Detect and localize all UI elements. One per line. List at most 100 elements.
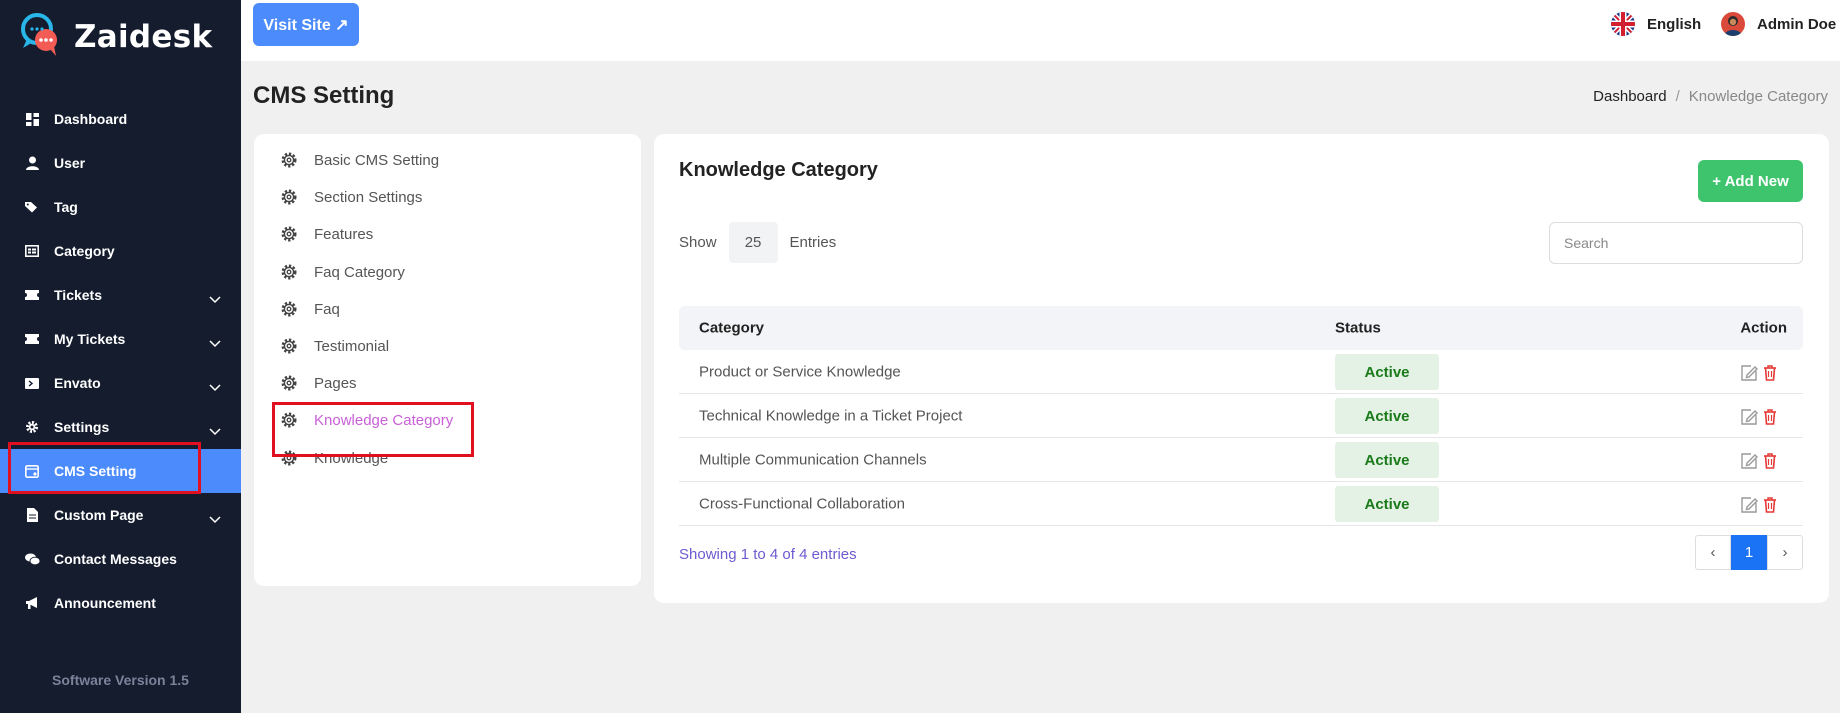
sidebar-item-announcement[interactable]: Announcement	[0, 581, 241, 625]
delete-icon[interactable]	[1762, 452, 1780, 470]
dashboard-icon	[24, 111, 40, 127]
status-badge: Active	[1335, 486, 1439, 522]
delete-icon[interactable]	[1762, 496, 1780, 514]
gear-icon	[280, 337, 298, 355]
edit-icon[interactable]	[1740, 452, 1758, 470]
avatar	[1721, 12, 1745, 36]
gear-icon	[280, 263, 298, 281]
edit-icon[interactable]	[1740, 364, 1758, 382]
status-badge: Active	[1335, 442, 1439, 478]
tag-icon	[24, 199, 40, 215]
entries-control: Show 25 Entries	[679, 222, 836, 263]
page-title: CMS Setting	[253, 82, 395, 109]
sidebar-item-user[interactable]: User	[0, 141, 241, 185]
category-cell: Cross-Functional Collaboration	[699, 495, 905, 512]
table-row: Cross-Functional Collaboration Active	[679, 482, 1803, 526]
cms-menu-item-section-settings[interactable]: Section Settings	[280, 188, 422, 206]
sidebar-item-label: Announcement	[54, 595, 156, 611]
search-input[interactable]	[1549, 222, 1803, 264]
zaidesk-logo-icon	[20, 12, 62, 62]
cms-menu-item-testimonial[interactable]: Testimonial	[280, 337, 389, 355]
table-header: Category Status Action	[679, 306, 1803, 350]
add-new-button[interactable]: + Add New	[1698, 160, 1803, 202]
cms-menu-item-faq-category[interactable]: Faq Category	[280, 263, 405, 281]
sidebar-item-label: CMS Setting	[54, 463, 137, 479]
table-row: Technical Knowledge in a Ticket Project …	[679, 394, 1803, 438]
cms-menu-item-knowledge-category[interactable]: Knowledge Category	[280, 411, 453, 429]
sidebar-item-label: Envato	[54, 375, 101, 391]
cms-menu-label: Features	[314, 225, 374, 243]
column-header-status[interactable]: Status	[1335, 320, 1381, 337]
chevron-down-icon	[209, 291, 221, 304]
cms-menu-label: Pages	[314, 374, 357, 392]
sidebar-item-label: Settings	[54, 419, 110, 435]
sidebar-item-tickets[interactable]: Tickets	[0, 273, 241, 317]
entries-select[interactable]: 25	[728, 222, 778, 263]
language-selector[interactable]: English	[1611, 12, 1701, 36]
status-badge: Active	[1335, 398, 1439, 434]
ticket-icon	[24, 331, 40, 347]
cms-menu-label: Faq	[314, 300, 340, 318]
cms-menu-item-knowledge[interactable]: Knowledge	[280, 449, 388, 467]
breadcrumb-dashboard-link[interactable]: Dashboard	[1593, 88, 1666, 105]
cms-menu-item-faq[interactable]: Faq	[280, 300, 340, 318]
sidebar-item-custom-page[interactable]: Custom Page	[0, 493, 241, 537]
sidebar-item-contact-messages[interactable]: Contact Messages	[0, 537, 241, 581]
chat-icon	[24, 551, 40, 567]
cms-menu-label: Knowledge	[314, 449, 389, 467]
gear-icon	[24, 419, 40, 435]
entries-label: Entries	[789, 234, 837, 251]
showing-entries-text: Showing 1 to 4 of 4 entries	[679, 546, 857, 563]
edit-icon[interactable]	[1740, 408, 1758, 426]
sidebar: Zaidesk Dashboard User Tag Category Tick…	[0, 0, 241, 713]
sidebar-item-cms-setting[interactable]: CMS Setting	[0, 449, 241, 493]
category-cell: Product or Service Knowledge	[699, 363, 901, 380]
sidebar-item-tag[interactable]: Tag	[0, 185, 241, 229]
column-header-category[interactable]: Category	[699, 320, 764, 337]
chevron-down-icon	[209, 335, 221, 348]
cms-menu-label: Faq Category	[314, 263, 405, 281]
language-label: English	[1647, 15, 1702, 33]
breadcrumb-separator: /	[1675, 88, 1680, 105]
sidebar-item-settings[interactable]: Settings	[0, 405, 241, 449]
sidebar-item-envato[interactable]: Envato	[0, 361, 241, 405]
brand[interactable]: Zaidesk	[20, 12, 212, 62]
status-badge: Active	[1335, 354, 1439, 390]
sidebar-nav: Dashboard User Tag Category Tickets My T…	[0, 97, 241, 625]
gear-icon	[280, 411, 298, 429]
gear-icon	[280, 449, 298, 467]
edit-icon[interactable]	[1740, 496, 1758, 514]
sidebar-item-category[interactable]: Category	[0, 229, 241, 273]
chevron-down-icon	[209, 511, 221, 524]
column-header-action: Action	[1740, 319, 1787, 337]
cms-menu-label: Basic CMS Setting	[314, 151, 440, 169]
envato-icon	[24, 375, 40, 391]
user-menu[interactable]: Admin Doe	[1721, 12, 1836, 36]
sidebar-item-label: User	[54, 155, 86, 171]
gear-icon	[280, 151, 298, 169]
chevron-down-icon	[209, 423, 221, 436]
sidebar-item-label: Contact Messages	[54, 551, 177, 567]
cms-menu-item-pages[interactable]: Pages	[280, 374, 357, 392]
cms-menu-card: Basic CMS Setting Section Settings Featu…	[254, 134, 641, 586]
pagination-prev[interactable]: ‹	[1695, 535, 1731, 570]
panel-title: Knowledge Category	[679, 159, 878, 181]
ticket-icon	[24, 287, 40, 303]
pagination-next[interactable]: ›	[1767, 535, 1803, 570]
visit-site-button[interactable]: Visit Site ↗	[253, 3, 359, 46]
cms-menu-item-basic-cms-setting[interactable]: Basic CMS Setting	[280, 151, 439, 169]
breadcrumb-current: Knowledge Category	[1688, 88, 1828, 105]
megaphone-icon	[24, 595, 40, 611]
gear-icon	[280, 225, 298, 243]
sidebar-item-my-tickets[interactable]: My Tickets	[0, 317, 241, 361]
sidebar-item-label: Tag	[54, 199, 78, 215]
gear-icon	[280, 374, 298, 392]
sidebar-item-dashboard[interactable]: Dashboard	[0, 97, 241, 141]
sidebar-item-label: My Tickets	[54, 331, 126, 347]
category-cell: Technical Knowledge in a Ticket Project	[699, 407, 963, 424]
cms-menu-item-features[interactable]: Features	[280, 225, 373, 243]
pagination-page[interactable]: 1	[1731, 535, 1767, 570]
gear-icon	[280, 188, 298, 206]
delete-icon[interactable]	[1762, 364, 1780, 382]
delete-icon[interactable]	[1762, 408, 1780, 426]
